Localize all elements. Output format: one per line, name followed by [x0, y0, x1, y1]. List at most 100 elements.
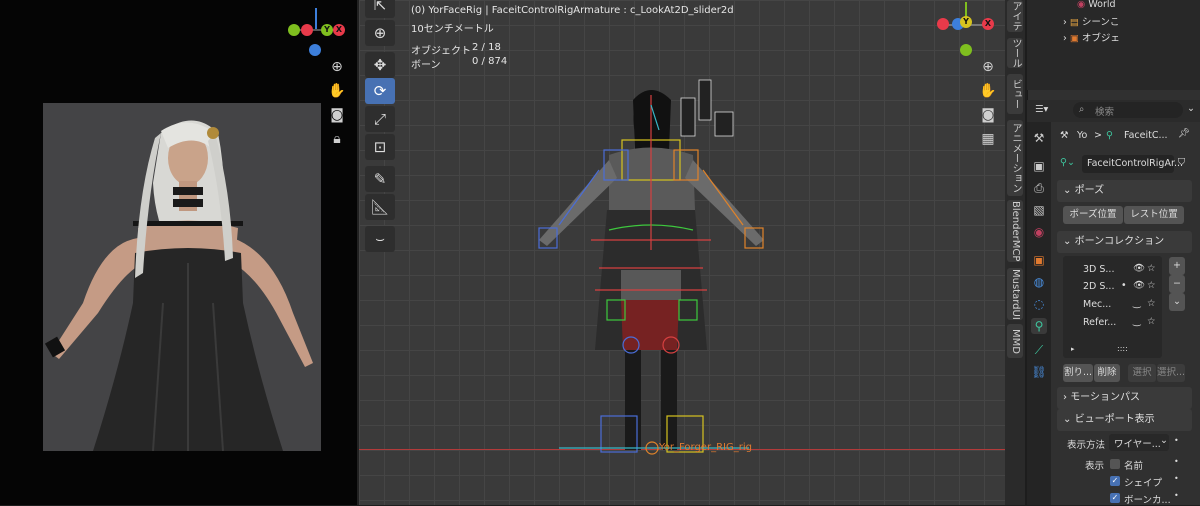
collection-menu-icon[interactable]: ⌄: [1169, 293, 1185, 311]
armature-model[interactable]: [359, 0, 1007, 505]
outliner-item-scene[interactable]: › ▤ シーンこ: [1063, 14, 1119, 28]
select-button[interactable]: 選択: [1128, 364, 1156, 382]
remove-collection-icon[interactable]: −: [1169, 275, 1185, 293]
editor-type-icon[interactable]: ☰▾: [1035, 104, 1048, 115]
fake-user-shield-icon[interactable]: ⛉: [1178, 157, 1185, 168]
object-tab-icon[interactable]: ▣: [1031, 252, 1047, 268]
bone-roll-icon[interactable]: ⌣: [365, 226, 395, 252]
pose-position-button[interactable]: ポーズ位置: [1063, 206, 1123, 224]
breadcrumb-armature[interactable]: FaceitC...: [1124, 130, 1168, 141]
lock-icon[interactable]: 🔒︎: [326, 128, 348, 150]
modifier-tab-icon[interactable]: ◍: [1031, 274, 1047, 290]
zoom-icon[interactable]: ⊕: [326, 56, 348, 78]
outliner-item-world[interactable]: ◉ World: [1077, 0, 1116, 10]
keyframe-dot-icon[interactable]: •: [1174, 436, 1179, 445]
vp-zoom-icon[interactable]: ⊕: [977, 56, 999, 78]
display-as-dropdown[interactable]: ワイヤー... ⌄: [1109, 434, 1169, 451]
vp-axis-y-neg[interactable]: [960, 44, 972, 56]
eye-icon[interactable]: 👁︎: [1133, 280, 1145, 291]
remove-button[interactable]: 削除: [1094, 364, 1120, 382]
3d-viewport[interactable]: (0) YorFaceRig | FaceitControlRigArmatur…: [357, 0, 1007, 505]
chevron-right-icon[interactable]: ›: [1063, 33, 1067, 44]
eye-icon[interactable]: 👁︎: [1133, 263, 1145, 274]
bone-collections-header[interactable]: ⌄ ボーンコレクション: [1057, 231, 1192, 253]
motion-paths-header[interactable]: › モーションパス: [1057, 387, 1192, 409]
physics-tab-icon[interactable]: ◌: [1031, 296, 1047, 312]
bone-colors-checkbox[interactable]: ✓: [1110, 493, 1120, 503]
bone-collection-item[interactable]: 2D S...: [1083, 281, 1114, 292]
eye-closed-icon[interactable]: ‿: [1133, 316, 1141, 327]
scene-tab-icon[interactable]: ◉: [1031, 224, 1047, 240]
names-checkbox[interactable]: [1110, 459, 1120, 469]
tab-mustardui[interactable]: MustardUI: [1007, 268, 1023, 320]
transform-icon[interactable]: ⊡: [365, 134, 395, 160]
select-cursor-icon[interactable]: ⇱: [365, 0, 395, 18]
add-collection-icon[interactable]: +: [1169, 257, 1185, 275]
tab-item[interactable]: アイテム: [1007, 0, 1023, 32]
axis-y-dot[interactable]: [288, 24, 300, 36]
tab-tool[interactable]: ツール: [1007, 38, 1023, 68]
star-icon[interactable]: ☆: [1147, 298, 1156, 309]
pin-icon[interactable]: 📌︎: [1178, 128, 1190, 139]
bone-tab-icon[interactable]: ⟋: [1031, 342, 1047, 358]
bone-collection-item[interactable]: Refer...: [1083, 317, 1116, 328]
shapes-checkbox[interactable]: ✓: [1110, 476, 1120, 486]
render-tab-icon[interactable]: ▣: [1031, 158, 1047, 174]
rest-position-button[interactable]: レスト位置: [1124, 206, 1184, 224]
axis-y-positive[interactable]: Y: [321, 24, 333, 36]
vp-axis-x[interactable]: X: [982, 18, 994, 30]
vp-camera-icon[interactable]: ◙: [977, 104, 999, 126]
viewport-navigation-gizmo[interactable]: Y X: [934, 2, 998, 58]
output-tab-icon[interactable]: ⎙: [1031, 180, 1047, 196]
tab-animation[interactable]: アニメーション: [1007, 120, 1023, 196]
bone-collection-item[interactable]: Mec...: [1083, 299, 1111, 310]
breadcrumb-object[interactable]: Yo: [1077, 130, 1087, 141]
measure-icon[interactable]: 📐︎: [365, 194, 395, 220]
tab-blendermcp[interactable]: BlenderMCP: [1007, 200, 1023, 262]
tool-tab-icon[interactable]: ⚒: [1031, 130, 1047, 146]
vp-axis-x-neg[interactable]: [937, 18, 949, 30]
armature-name-field[interactable]: FaceitControlRigAr...: [1082, 155, 1183, 173]
star-icon[interactable]: ☆: [1147, 316, 1156, 327]
properties-search[interactable]: ⌕ 検索: [1073, 102, 1183, 118]
keyframe-dot-icon[interactable]: •: [1174, 491, 1179, 500]
breadcrumb-separator: >: [1094, 130, 1102, 141]
camera-icon[interactable]: ◙: [326, 104, 348, 126]
bone-collection-item[interactable]: 3D S...: [1083, 264, 1114, 275]
move-icon[interactable]: ✥: [365, 52, 395, 78]
axis-z-dot[interactable]: [309, 44, 321, 56]
outliner-item-objects[interactable]: › ▣ オブジェ: [1063, 30, 1120, 44]
chevron-down-icon[interactable]: ⌄: [1187, 103, 1195, 114]
pose-panel-header[interactable]: ⌄ ポーズ: [1057, 180, 1192, 202]
viewport-display-header[interactable]: ⌄ ビューポート表示: [1057, 409, 1192, 431]
chevron-right-icon[interactable]: ›: [1063, 17, 1067, 28]
rotate-icon[interactable]: ⟳: [365, 78, 395, 104]
axis-x-dot[interactable]: [301, 24, 313, 36]
keyframe-dot-icon[interactable]: •: [1174, 457, 1179, 466]
expand-triangle-icon[interactable]: ▸: [1071, 345, 1075, 353]
star-icon[interactable]: ☆: [1147, 280, 1156, 291]
keyframe-dot-icon[interactable]: •: [1174, 474, 1179, 483]
armature-data-icon[interactable]: ⚲⌄: [1060, 157, 1075, 168]
armature-tab-icon[interactable]: ⚲: [1031, 318, 1047, 334]
deselect-button[interactable]: 選択...: [1157, 364, 1185, 382]
vp-pan-hand-icon[interactable]: ✋: [977, 80, 999, 102]
tab-mmd[interactable]: MMD: [1007, 324, 1023, 358]
annotate-icon[interactable]: ✎: [365, 166, 395, 192]
tab-view[interactable]: ビュー: [1007, 74, 1023, 114]
star-icon[interactable]: ☆: [1147, 263, 1156, 274]
resize-grip-icon[interactable]: ::::: [1117, 344, 1128, 353]
scale-icon[interactable]: ⤢: [365, 106, 395, 132]
axis-x-positive[interactable]: X: [333, 24, 345, 36]
pan-hand-icon[interactable]: ✋: [326, 80, 348, 102]
eye-closed-icon[interactable]: ‿: [1133, 298, 1141, 309]
vp-grid-icon[interactable]: ▦: [977, 128, 999, 150]
render-viewport[interactable]: Y X ⊕ ✋ ◙ 🔒︎: [0, 0, 357, 505]
bone-constraint-tab-icon[interactable]: ⛓: [1031, 364, 1047, 380]
bone-collections-list[interactable]: 3D S... 👁︎ ☆ 2D S... • 👁︎ ☆ Mec... ‿ ☆ R…: [1063, 256, 1162, 358]
assign-button[interactable]: 割り...: [1063, 364, 1093, 382]
vp-axis-y[interactable]: Y: [960, 16, 972, 28]
cursor-3d-icon[interactable]: ⊕: [365, 20, 395, 46]
navigation-gizmo[interactable]: Y X: [285, 8, 345, 58]
view-layer-tab-icon[interactable]: ▧: [1031, 202, 1047, 218]
